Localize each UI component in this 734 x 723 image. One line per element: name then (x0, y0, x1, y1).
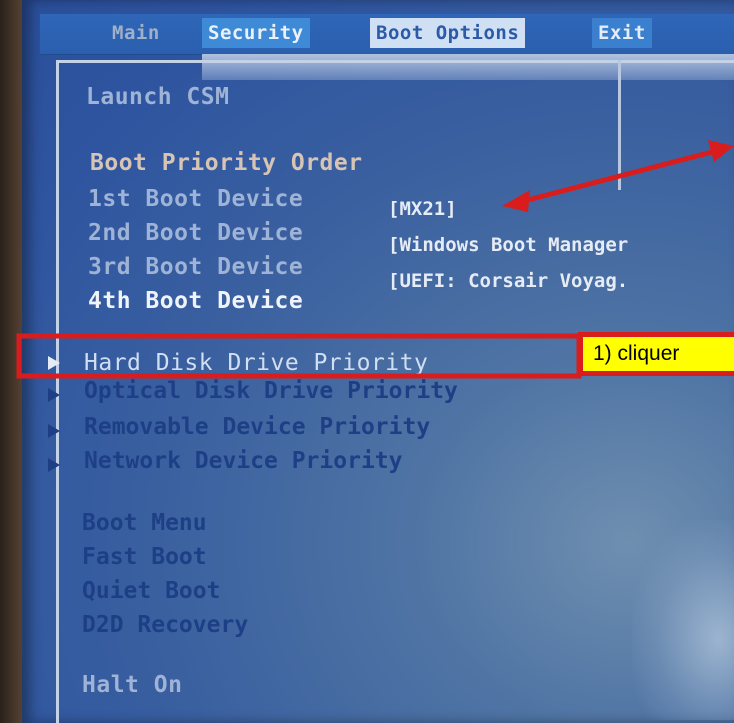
d2d-recovery-item[interactable]: D2D Recovery (82, 612, 248, 638)
tab-exit[interactable]: Exit (592, 18, 652, 48)
boot-device-2-value[interactable]: [Windows Boot Manager (388, 234, 628, 256)
launch-csm-item[interactable]: Launch CSM (86, 84, 229, 110)
submenu-arrow-icon (48, 458, 60, 472)
quiet-boot-item[interactable]: Quiet Boot (82, 578, 220, 604)
submenu-network-device-priority[interactable]: Network Device Priority (84, 448, 403, 474)
bios-menu-bar: Main Security Boot Options Exit (40, 14, 734, 55)
halt-on-item[interactable]: Halt On (82, 672, 182, 698)
submenu-removable-device-priority[interactable]: Removable Device Priority (84, 414, 430, 440)
boot-menu-item[interactable]: Boot Menu (82, 510, 207, 536)
submenu-optical-disk-drive-priority[interactable]: Optical Disk Drive Priority (84, 378, 458, 404)
boot-device-4-label[interactable]: 4th Boot Device (88, 288, 303, 314)
boot-priority-order-heading: Boot Priority Order (90, 150, 363, 176)
boot-device-1-label[interactable]: 1st Boot Device (88, 186, 303, 212)
screen-reflection (632, 520, 734, 720)
annotation-callout: 1) cliquer (578, 332, 734, 376)
panel-divider (618, 60, 621, 190)
tab-security[interactable]: Security (202, 18, 310, 48)
tab-main[interactable]: Main (106, 18, 166, 48)
fast-boot-item[interactable]: Fast Boot (82, 544, 207, 570)
submenu-arrow-icon (48, 424, 60, 438)
submenu-arrow-icon (48, 356, 60, 370)
boot-device-3-label[interactable]: 3rd Boot Device (88, 254, 303, 280)
boot-device-2-label[interactable]: 2nd Boot Device (88, 220, 303, 246)
tab-boot-options[interactable]: Boot Options (370, 18, 526, 48)
submenu-arrow-icon (48, 388, 60, 402)
bios-photo: Main Security Boot Options Exit Launch C… (0, 0, 734, 723)
boot-device-1-value[interactable]: [MX21] (388, 198, 457, 220)
boot-device-3-value[interactable]: [UEFI: Corsair Voyag. (388, 270, 628, 292)
submenu-hard-disk-drive-priority[interactable]: Hard Disk Drive Priority (84, 350, 428, 376)
